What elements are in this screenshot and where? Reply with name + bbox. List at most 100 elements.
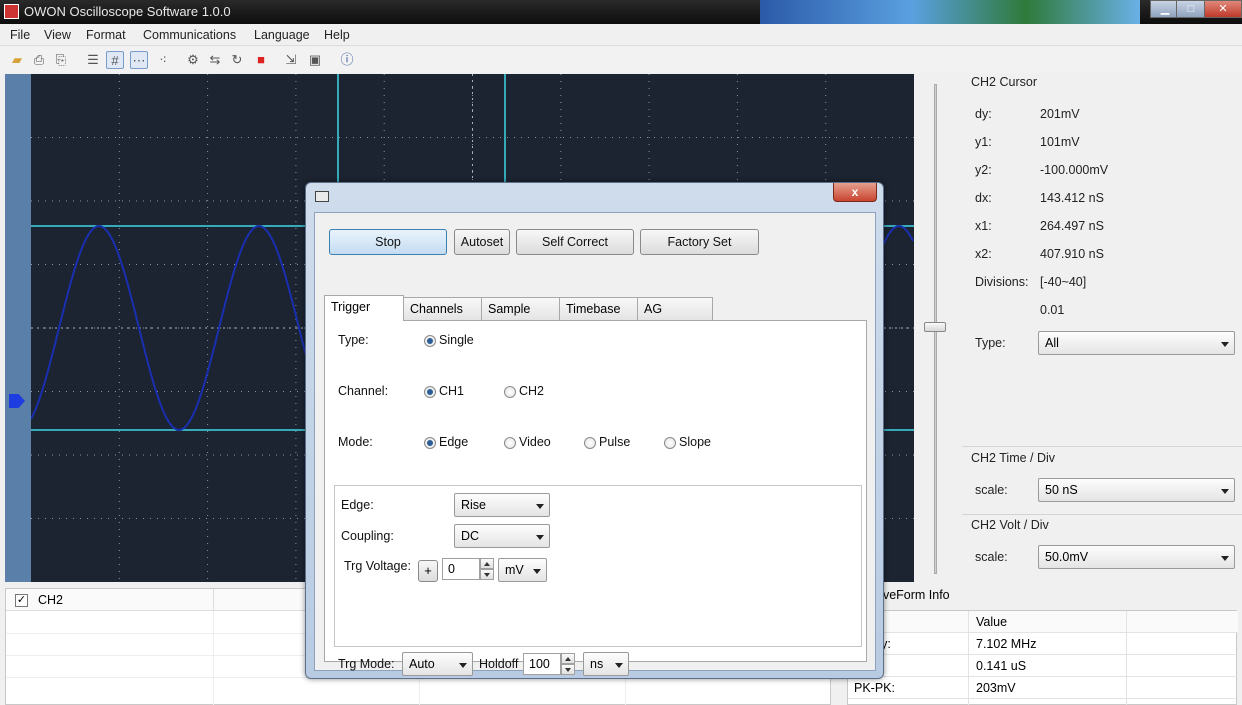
- waveform-info-value: 7.102 MHz: [976, 637, 1037, 651]
- cursor-value: 101mV: [1040, 135, 1080, 149]
- spin-up-icon[interactable]: [561, 653, 575, 664]
- cursor-key: dy:: [975, 107, 992, 121]
- menu-view[interactable]: View: [44, 28, 71, 42]
- table-row: uency: 7.102 MHz: [848, 633, 1238, 655]
- trg-mode-select[interactable]: Auto: [402, 652, 473, 676]
- tab-channels[interactable]: Channels: [403, 297, 482, 321]
- display-icon[interactable]: ▣: [306, 51, 324, 69]
- trg-voltage-unit-select[interactable]: mV: [498, 558, 547, 582]
- channel-ch1-radio[interactable]: [424, 386, 436, 398]
- window-title: OWON Oscilloscope Software 1.0.0: [24, 4, 231, 19]
- cursor-key: y1:: [975, 135, 992, 149]
- maximize-button[interactable]: □: [1176, 0, 1206, 18]
- list-icon[interactable]: ☰: [84, 51, 102, 69]
- holdoff-unit-select[interactable]: ns: [583, 652, 629, 676]
- trg-voltage-sign-button[interactable]: +: [418, 560, 438, 582]
- waveform-info-value: 0.141 uS: [976, 659, 1027, 673]
- mode-pulse-radio[interactable]: [584, 437, 596, 449]
- dialog-close-button[interactable]: x: [833, 183, 877, 202]
- time-div-title: CH2 Time / Div: [971, 451, 1056, 465]
- connect-icon[interactable]: ⚙: [184, 51, 202, 69]
- menu-language[interactable]: Language: [254, 28, 310, 42]
- factory-set-button[interactable]: Factory Set: [640, 229, 759, 255]
- holdoff-input[interactable]: 100: [523, 653, 561, 675]
- coupling-value: DC: [461, 529, 480, 543]
- channel-ch2-radio[interactable]: [504, 386, 516, 398]
- settings-dialog: x Stop Autoset Self Correct Factory Set …: [305, 182, 884, 679]
- cursor-key: x2:: [975, 247, 992, 261]
- autoset-button[interactable]: Autoset: [454, 229, 510, 255]
- mode-edge-label: Edge: [439, 435, 469, 449]
- close-button[interactable]: ✕: [1204, 0, 1242, 18]
- trg-voltage-input[interactable]: 0: [442, 558, 480, 580]
- menu-bar: File View Format Communications Language…: [0, 24, 1242, 46]
- vertical-slider[interactable]: [918, 74, 958, 582]
- menu-help[interactable]: Help: [324, 28, 350, 42]
- time-div-scale-select[interactable]: 50 nS: [1038, 478, 1235, 502]
- grid-icon[interactable]: #: [106, 51, 124, 69]
- chevron-down-icon: [536, 535, 544, 540]
- coupling-select[interactable]: DC: [454, 524, 550, 548]
- menu-format[interactable]: Format: [86, 28, 126, 42]
- cursor-type-value: All: [1045, 336, 1059, 350]
- holdoff-unit-value: ns: [590, 657, 604, 671]
- menu-communications[interactable]: Communications: [143, 28, 236, 42]
- volt-div-scale-select[interactable]: 50.0mV: [1038, 545, 1235, 569]
- export-icon[interactable]: ⇲: [282, 51, 300, 69]
- waveform-info-table: Value uency: 7.102 MHz d: 0.141 uS PK-PK…: [847, 610, 1238, 705]
- mode-label: Mode:: [338, 435, 373, 449]
- open-folder-icon[interactable]: ▰: [8, 51, 26, 69]
- mode-edge-radio[interactable]: [424, 437, 436, 449]
- separator: [962, 514, 1242, 515]
- channel-ch2-label: CH2: [519, 384, 545, 398]
- tab-timebase[interactable]: Timebase: [559, 297, 638, 321]
- column-divider: [213, 589, 214, 611]
- cursor-panel-title: CH2 Cursor: [971, 75, 1037, 89]
- waveform-info-panel: aveForm Info Value uency: 7.102 MHz d: 0…: [831, 582, 1242, 705]
- type-label: Type:: [338, 333, 369, 347]
- spin-down-icon[interactable]: [561, 664, 575, 675]
- edge-value: Rise: [461, 498, 487, 512]
- ch2-checkbox[interactable]: ✓: [15, 594, 28, 607]
- self-correct-button[interactable]: Self Correct: [516, 229, 634, 255]
- help-icon[interactable]: ⓘ: [338, 51, 356, 69]
- cursor-value: 264.497 nS: [1040, 219, 1104, 233]
- title-bar: OWON Oscilloscope Software 1.0.0 ▁ □ ✕: [0, 0, 1242, 24]
- mode-slope-radio[interactable]: [664, 437, 676, 449]
- coupling-label: Coupling:: [341, 529, 394, 543]
- chevron-down-icon: [533, 569, 541, 574]
- tab-ag[interactable]: AG: [637, 297, 713, 321]
- toolbar: ▰ ⎙ ⎘ ☰ # ⋯ ⁖ ⚙ ⇆ ↻ ■ ⇲ ▣ ⓘ: [0, 47, 1242, 73]
- trg-voltage-spinner[interactable]: [480, 558, 494, 580]
- trg-mode-value: Auto: [409, 657, 435, 671]
- table-row: d: 0.141 uS: [848, 655, 1238, 677]
- transfer-icon[interactable]: ⇆: [206, 51, 224, 69]
- chevron-down-icon: [1221, 489, 1229, 494]
- desktop-background: [760, 0, 1140, 24]
- trg-mode-label: Trg Mode:: [338, 657, 395, 671]
- cursor-type-select[interactable]: All: [1038, 331, 1235, 355]
- edge-select[interactable]: Rise: [454, 493, 550, 517]
- spin-down-icon[interactable]: [480, 569, 494, 580]
- dotted-line-icon[interactable]: ⁖: [154, 51, 172, 69]
- separator: [962, 446, 1242, 447]
- stop-icon[interactable]: ■: [252, 51, 270, 69]
- tab-sample[interactable]: Sample: [481, 297, 560, 321]
- type-single-radio[interactable]: [424, 335, 436, 347]
- dots-icon[interactable]: ⋯: [130, 51, 148, 69]
- trg-voltage-label: Trg Voltage:: [344, 559, 411, 573]
- chevron-down-icon: [1221, 342, 1229, 347]
- edge-settings-group: Edge: Rise Coupling: DC Trg Voltage: + 0: [334, 485, 862, 647]
- spin-up-icon[interactable]: [480, 558, 494, 569]
- menu-file[interactable]: File: [10, 28, 30, 42]
- chevron-down-icon: [615, 663, 623, 668]
- holdoff-spinner[interactable]: [561, 653, 575, 675]
- refresh-icon[interactable]: ↻: [228, 51, 246, 69]
- tab-trigger[interactable]: Trigger: [324, 295, 404, 321]
- slider-thumb[interactable]: [924, 322, 946, 332]
- mode-pulse-label: Pulse: [599, 435, 631, 449]
- stop-button[interactable]: Stop: [329, 229, 447, 255]
- print-icon[interactable]: ⎙: [30, 51, 48, 69]
- mode-video-radio[interactable]: [504, 437, 516, 449]
- print-preview-icon[interactable]: ⎘: [52, 51, 70, 69]
